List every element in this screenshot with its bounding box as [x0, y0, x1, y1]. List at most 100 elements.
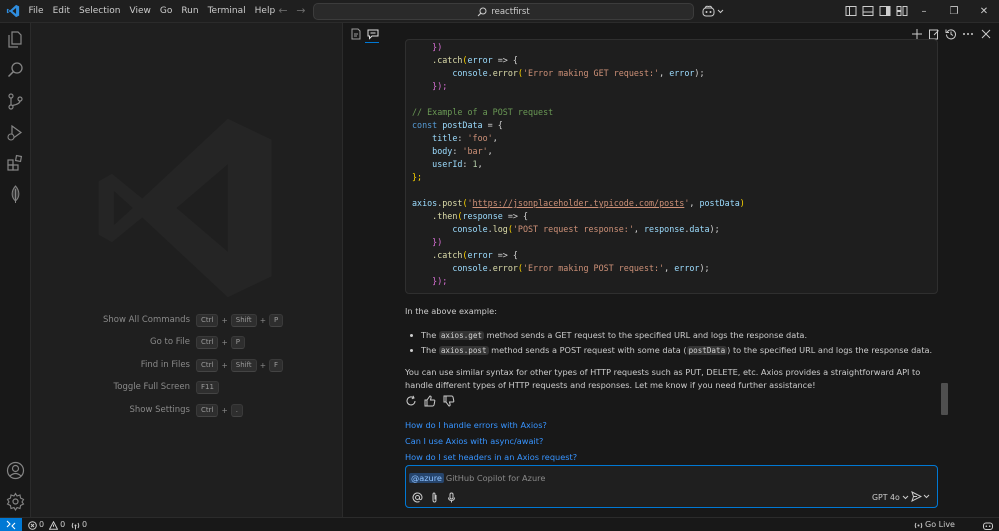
code-line: }) [412, 42, 443, 52]
shortcut-label: Toggle Full Screen [113, 382, 191, 392]
agent-mention-chip[interactable]: @azure [409, 473, 444, 483]
menu-bar: File Edit Selection View Go Run Terminal… [24, 0, 280, 23]
go-live-label: Go Live [925, 520, 955, 529]
code-line: }) [412, 237, 443, 247]
mention-at-icon[interactable] [412, 492, 423, 503]
title-bar: File Edit Selection View Go Run Terminal… [0, 0, 999, 23]
shortcut-show-all-commands[interactable]: Show All Commands Ctrl + Shift + P [31, 313, 342, 327]
gear-icon[interactable] [6, 492, 25, 511]
menu-edit[interactable]: Edit [48, 0, 74, 23]
menu-terminal[interactable]: Terminal [203, 0, 250, 23]
thumbs-up-icon[interactable] [424, 395, 436, 407]
code-line: body: 'bar', [412, 146, 493, 156]
input-toolbar [412, 492, 457, 503]
toggle-secondary-sidebar-icon[interactable] [879, 5, 891, 17]
minimize-icon[interactable]: – [909, 0, 939, 23]
code-line: // Example of a POST request [412, 107, 554, 117]
chat-input-text[interactable]: @azure GitHub Copilot for Azure [409, 472, 545, 484]
model-picker[interactable]: GPT 4o [872, 492, 909, 503]
broadcast-icon [914, 522, 923, 528]
back-arrow-icon[interactable]: ← [276, 4, 290, 18]
code-line: userId: 1, [412, 159, 483, 169]
chat-tab-icon[interactable] [367, 28, 379, 40]
shortcut-label: Show Settings [129, 405, 190, 415]
account-icon[interactable] [6, 461, 25, 480]
keycap: Ctrl [196, 313, 219, 327]
attach-paperclip-icon[interactable] [429, 492, 440, 503]
toggle-primary-sidebar-icon[interactable] [845, 5, 857, 17]
chevron-down-icon [902, 495, 909, 500]
shortcut-find-in-files[interactable]: Find in Files Ctrl + Shift + F [31, 358, 342, 372]
remote-indicator[interactable] [0, 518, 22, 531]
problems-indicator[interactable]: 0 0 [28, 518, 65, 531]
chevron-down-icon [717, 9, 724, 13]
source-control-icon[interactable] [6, 92, 25, 111]
ports-indicator[interactable]: 0 [71, 518, 87, 531]
active-tab-indicator [365, 42, 379, 43]
retry-icon[interactable] [405, 395, 417, 407]
code-line: console.log('POST request response:', re… [412, 224, 720, 234]
toggle-panel-icon[interactable] [862, 5, 874, 17]
followup-suggestion[interactable]: How do I set headers in an Axios request… [405, 451, 577, 463]
code-url-link[interactable]: https://jsonplaceholder.typicode.com/pos… [473, 198, 685, 208]
menu-file[interactable]: File [24, 0, 48, 23]
menu-view[interactable]: View [125, 0, 155, 23]
keycap: Shift [230, 358, 257, 372]
error-icon [28, 520, 37, 530]
command-center-search[interactable]: reactfirst [313, 3, 694, 20]
search-icon [477, 7, 487, 16]
code-line: title: 'foo', [412, 133, 498, 143]
go-live-button[interactable]: Go Live [914, 518, 955, 531]
inline-code: axios.post [438, 346, 489, 355]
shortcut-toggle-full-screen[interactable]: Toggle Full Screen F11 [31, 380, 342, 394]
menu-run[interactable]: Run [177, 0, 203, 23]
followup-suggestion[interactable]: How do I handle errors with Axios? [405, 419, 547, 431]
copilot-icon [702, 5, 715, 17]
response-closing: You can use similar syntax for other typ… [405, 367, 921, 390]
copilot-icon [983, 522, 993, 530]
microphone-icon[interactable] [446, 492, 457, 503]
copilot-menu-button[interactable] [702, 4, 724, 18]
code-line: .catch(error => { [412, 55, 518, 65]
followup-suggestion[interactable]: Can I use Axios with async/await? [405, 435, 543, 447]
menu-go[interactable]: Go [155, 0, 176, 23]
ports-count: 0 [82, 520, 88, 529]
keycap: P [268, 313, 284, 327]
explorer-icon[interactable] [6, 30, 25, 49]
search-text: reactfirst [491, 6, 530, 17]
customize-layout-icon[interactable] [896, 5, 908, 17]
inline-code: postData [686, 346, 728, 355]
forward-arrow-icon[interactable]: → [294, 4, 308, 18]
run-debug-icon[interactable] [6, 123, 25, 142]
vscode-watermark-icon [98, 118, 272, 298]
code-line: console.error('Error making GET request:… [412, 68, 705, 78]
keycap: P [230, 335, 245, 349]
keycap: F11 [196, 380, 219, 394]
menu-selection[interactable]: Selection [75, 0, 125, 23]
chat-input[interactable]: @azure GitHub Copilot for Azure GPT 4o [405, 465, 938, 508]
shortcut-go-to-file[interactable]: Go to File Ctrl + P [31, 335, 342, 349]
status-bar: 0 0 0 Go Live [0, 517, 999, 531]
edits-tab-icon[interactable] [350, 28, 362, 40]
shortcut-show-settings[interactable]: Show Settings Ctrl + . [31, 403, 342, 417]
history-icon[interactable] [945, 28, 957, 40]
more-actions-icon[interactable] [962, 28, 974, 40]
extensions-icon[interactable] [6, 154, 25, 173]
send-icon [911, 491, 922, 502]
keycap: Ctrl [196, 335, 219, 349]
keycap: . [230, 403, 243, 417]
code-block[interactable]: }) .catch(error => { console.error('Erro… [405, 39, 938, 294]
chat-scrollbar[interactable] [941, 383, 948, 415]
thumbs-down-icon[interactable] [443, 395, 455, 407]
search-icon[interactable] [6, 61, 25, 80]
close-window-icon[interactable]: ✕ [969, 0, 999, 23]
keycap: Shift [230, 313, 257, 327]
close-icon[interactable] [980, 28, 992, 40]
activity-bar [0, 23, 31, 517]
mongodb-leaf-icon[interactable] [6, 185, 25, 204]
copilot-status[interactable] [983, 518, 993, 531]
maximize-icon[interactable]: ❐ [939, 0, 969, 23]
warning-count: 0 [60, 520, 66, 529]
chevron-down-icon [923, 494, 930, 499]
send-button[interactable] [911, 491, 930, 502]
